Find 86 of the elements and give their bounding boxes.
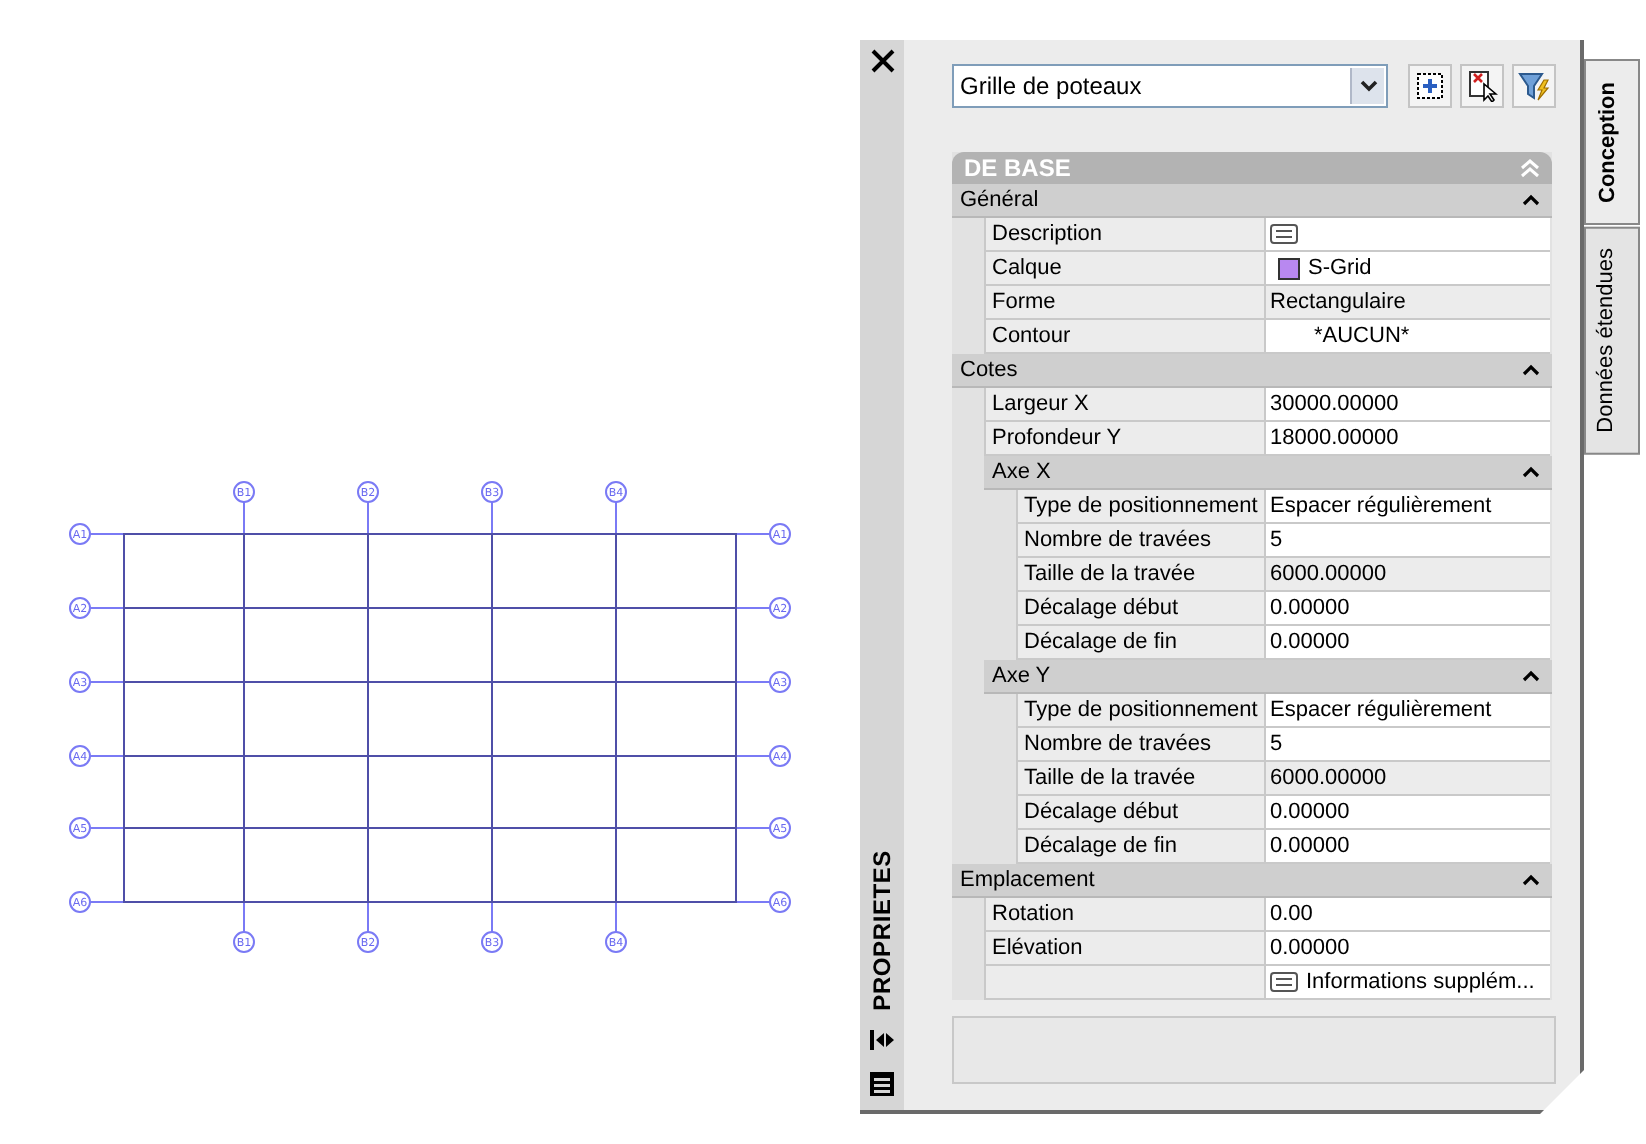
filter-button[interactable] [1512, 64, 1557, 108]
property-value-cell[interactable]: 0.00000 [1264, 830, 1550, 864]
property-value: 0.00000 [1270, 630, 1350, 654]
collapse-icon[interactable] [1522, 670, 1540, 682]
property-value-cell[interactable]: 0.00000 [1264, 626, 1550, 660]
property-value: Espacer régulièrement [1270, 698, 1492, 722]
property-value-cell[interactable]: S-Grid [1264, 252, 1550, 286]
object-type-dropdown[interactable]: Grille de poteaux [952, 64, 1389, 108]
property-value: 0.00000 [1270, 800, 1350, 824]
property-label: Profondeur Y [984, 422, 1264, 456]
property-value: 0.00 [1270, 902, 1313, 926]
property-value: *AUCUN* [1312, 324, 1410, 348]
dotted-box-plus-icon [1416, 72, 1445, 100]
page-cursor-icon [1467, 70, 1498, 102]
property-value-cell[interactable]: 0.00000 [1264, 592, 1550, 626]
category-header[interactable]: Général [952, 184, 1552, 218]
property-value: 6000.00000 [1270, 766, 1387, 790]
auto-hide-icon[interactable] [868, 1030, 896, 1050]
property-label: Type de positionnement [1016, 694, 1264, 728]
category-label: Emplacement [960, 868, 1095, 892]
category-header[interactable]: Emplacement [952, 864, 1552, 898]
property-value-cell[interactable]: Informations supplém... [1264, 966, 1550, 1000]
property-value: 0.00000 [1270, 936, 1350, 960]
property-value-cell[interactable]: 5 [1264, 728, 1550, 762]
property-value: 0.00000 [1270, 596, 1350, 620]
property-value: Espacer régulièrement [1270, 494, 1492, 518]
property-value-cell[interactable]: 6000.00000 [1264, 558, 1550, 592]
property-value-cell[interactable]: 30000.00000 [1264, 388, 1550, 422]
property-value: 30000.00000 [1270, 392, 1399, 416]
property-label: Taille de la travée [1016, 558, 1264, 592]
property-value: S-Grid [1308, 256, 1372, 280]
property-value-cell[interactable]: 6000.00000 [1264, 762, 1550, 796]
property-value-cell[interactable]: 5 [1264, 524, 1550, 558]
property-label: Nombre de travées [1016, 728, 1264, 762]
property-label: Calque [984, 252, 1264, 286]
property-value-cell[interactable]: Rectangulaire [1264, 286, 1550, 320]
property-value-cell[interactable] [1264, 218, 1550, 252]
category-header[interactable]: Axe Y [984, 660, 1552, 694]
caret-icon [1359, 80, 1378, 92]
properties-menu-icon[interactable] [868, 1070, 896, 1098]
category-label: Général [960, 188, 1039, 212]
category-label: Cotes [960, 358, 1018, 382]
property-value: 18000.00000 [1270, 426, 1399, 450]
property-value-cell[interactable]: 0.00 [1264, 898, 1550, 932]
property-value-cell[interactable]: 0.00000 [1264, 932, 1550, 966]
category-label: Axe Y [992, 664, 1051, 688]
property-value: Informations supplém... [1306, 970, 1535, 994]
property-label: Décalage de fin [1016, 830, 1264, 864]
property-label: Décalage de fin [1016, 626, 1264, 660]
category-label: Axe X [992, 460, 1051, 484]
description-icon[interactable] [1270, 972, 1298, 992]
property-label: Type de positionnement [1016, 490, 1264, 524]
collapse-icon[interactable] [1522, 466, 1540, 478]
property-label: Décalage début [1016, 796, 1264, 830]
property-label: Décalage début [1016, 592, 1264, 626]
property-label: Contour [984, 320, 1264, 354]
property-value: 5 [1270, 732, 1283, 756]
select-objects-button[interactable] [1460, 64, 1505, 108]
property-value: 6000.00000 [1270, 562, 1387, 586]
collapse-icon[interactable] [1522, 194, 1540, 206]
property-value: 0.00000 [1270, 834, 1350, 858]
property-value: Rectangulaire [1270, 290, 1406, 314]
property-label: Elévation [984, 932, 1264, 966]
close-icon[interactable] [869, 48, 895, 74]
property-value-cell[interactable]: *AUCUN* [1264, 320, 1550, 354]
category-header[interactable]: Axe X [984, 456, 1552, 490]
property-label: Rotation [984, 898, 1264, 932]
property-value-cell[interactable]: Espacer régulièrement [1264, 694, 1550, 728]
description-icon[interactable] [1270, 224, 1298, 244]
palette-tab[interactable]: Conception [1584, 60, 1640, 225]
property-label: Taille de la travée [1016, 762, 1264, 796]
funnel-lightning-icon [1518, 70, 1551, 102]
collapse-icon[interactable] [1522, 364, 1540, 376]
palette-tab[interactable]: Données étendues [1584, 225, 1640, 454]
palette-title: PROPRIETES [868, 849, 896, 1010]
property-label: Description [984, 218, 1264, 252]
category-header[interactable]: Cotes [952, 354, 1552, 388]
collapse-icon[interactable] [1522, 874, 1540, 886]
property-label: Forme [984, 286, 1264, 320]
property-label: Nombre de travées [1016, 524, 1264, 558]
property-value-cell[interactable]: 0.00000 [1264, 796, 1550, 830]
property-value-cell[interactable]: 18000.00000 [1264, 422, 1550, 456]
property-value: 5 [1270, 528, 1283, 552]
property-value-cell[interactable]: Espacer régulièrement [1264, 490, 1550, 524]
property-label: Largeur X [984, 388, 1264, 422]
quick-select-button[interactable] [1408, 64, 1453, 108]
